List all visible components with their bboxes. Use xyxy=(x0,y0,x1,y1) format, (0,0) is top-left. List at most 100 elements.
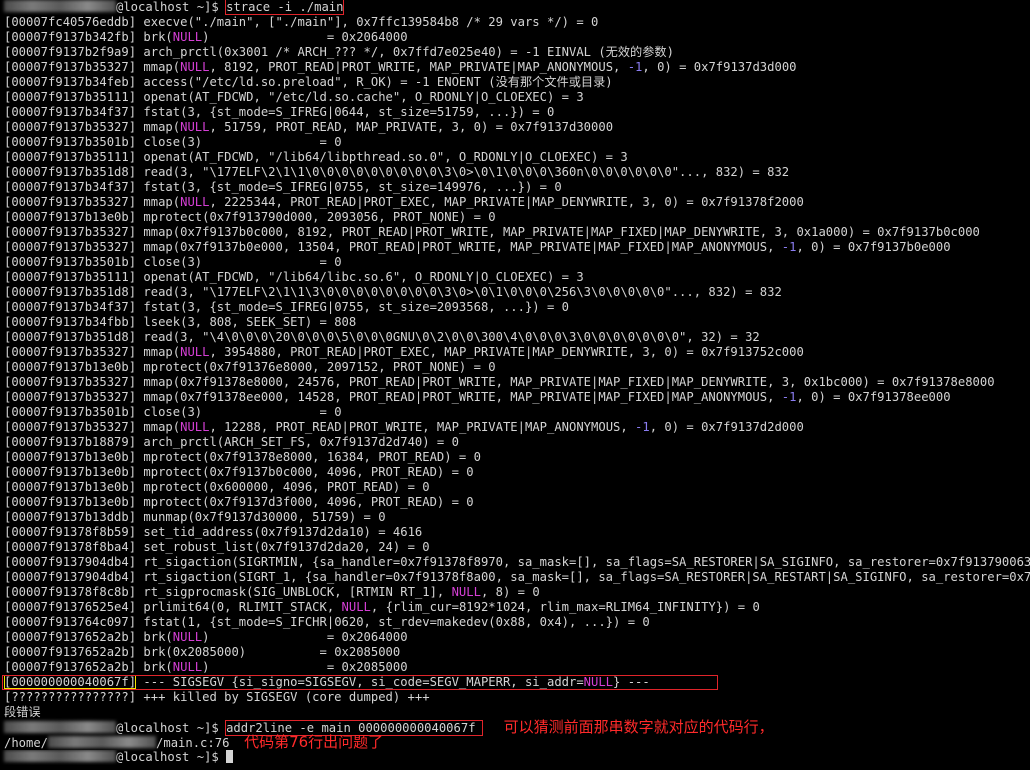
null-keyword: NULL xyxy=(180,120,210,134)
prompt-host: @localhost ~]$ xyxy=(116,721,227,735)
syscall-text: openat(AT_FDCWD, "/lib64/libpthread.so.0… xyxy=(136,150,628,164)
syscall-text: rt_sigaction(SIGRT_1, {sa_handler=0x7f91… xyxy=(143,570,1030,584)
trace-line: [00007f9137652a2b] brk(NULL) = 0x2064000 xyxy=(0,630,1030,645)
trace-line: [00007f91376525e4] prlimit64(0, RLIMIT_S… xyxy=(0,600,1030,615)
instruction-address: [00007f9137b35327] xyxy=(4,345,137,359)
null-keyword: NULL xyxy=(180,195,210,209)
instruction-address: [00007f9137b351d8] xyxy=(4,285,137,299)
sigsegv-text: --- SIGSEGV {si_signo=SIGSEGV, si_code=S… xyxy=(136,675,584,689)
syscall-text: mprotect(0x7f91376e8000, 2097152, PROT_N… xyxy=(136,360,496,374)
trace-line: [00007f9137b2f9a9] arch_prctl(0x3001 /* … xyxy=(0,45,1030,60)
instruction-address: [00007f9137b351d8] xyxy=(4,165,137,179)
trace-line: [00007f9137652a2b] brk(NULL) = 0x2085000 xyxy=(0,660,1030,675)
trace-line: [00007f9137b13e0b] mprotect(0x600000, 40… xyxy=(0,480,1030,495)
trace-line: [00007f9137b13ddb] munmap(0x7f9137d30000… xyxy=(0,510,1030,525)
prompt-line-2: @localhost ~]$ addr2line -e main 0000000… xyxy=(0,718,1030,736)
trace-line: [00007f9137b34f37] fstat(3, {st_mode=S_I… xyxy=(0,105,1030,120)
instruction-address: [00007f9137b34f37] xyxy=(4,300,137,314)
faulting-address: [000000000040067f] xyxy=(4,675,137,689)
sigsegv-null: NULL xyxy=(583,675,614,689)
syscall-text: brk( xyxy=(136,630,173,644)
trace-line: [00007f9137b34f37] fstat(3, {st_mode=S_I… xyxy=(0,180,1030,195)
syscall-text: , 8) = 0 xyxy=(480,585,540,599)
instruction-address: [00007f9137b13e0b] xyxy=(4,360,137,374)
syscall-text: fstat(1, {st_mode=S_IFCHR|0620, st_rdev=… xyxy=(136,615,650,629)
syscall-text: , {rlim_cur=8192*1024, rlim_max=RLIM64_I… xyxy=(370,600,760,614)
trace-line: [00007f9137b35111] openat(AT_FDCWD, "/li… xyxy=(0,270,1030,285)
syscall-text: fstat(3, {st_mode=S_IFREG|0644, st_size=… xyxy=(136,105,555,119)
trace-line: [00007f9137904db4] rt_sigaction(SIGRT_1,… xyxy=(0,570,1030,585)
instruction-address: [00007f9137b35327] xyxy=(4,420,137,434)
syscall-text: execve("./main", ["./main"], 0x7ffc13958… xyxy=(136,15,599,29)
syscall-text: mmap(0x7f9137b0e000, 13504, PROT_READ|PR… xyxy=(136,240,782,254)
syscall-text: mmap( xyxy=(136,60,181,74)
instruction-address: [00007f9137b35327] xyxy=(4,240,137,254)
instruction-address: [00007f9137b342fb] xyxy=(4,30,137,44)
terminal-window[interactable]: @localhost ~]$ strace -i ./main [00007fc… xyxy=(0,0,1030,770)
syscall-text: prlimit64(0, RLIMIT_STACK, xyxy=(136,600,342,614)
syscall-text: mmap( xyxy=(136,120,181,134)
trace-line: [00007f9137b35327] mmap(NULL, 12288, PRO… xyxy=(0,420,1030,435)
trace-line: [00007f9137652a2b] brk(0x2085000) = 0x20… xyxy=(0,645,1030,660)
prompt-line-1: @localhost ~]$ strace -i ./main xyxy=(0,0,1030,15)
syscall-text: mmap( xyxy=(136,195,181,209)
syscall-text: mprotect(0x7f91378e8000, 16384, PROT_REA… xyxy=(136,450,481,464)
syscall-text: brk(0x2085000) = 0x2085000 xyxy=(136,645,401,659)
syscall-text: set_robust_list(0x7f9137d2da20, 24) = 0 xyxy=(136,540,430,554)
addr2line-result: /home/ /main.c:76 代码第76行出问题了 xyxy=(0,735,1030,751)
trace-line: [00007f9137b34fbb] lseek(3, 808, SEEK_SE… xyxy=(0,315,1030,330)
syscall-text: , 8192, PROT_READ|PROT_WRITE, MAP_PRIVAT… xyxy=(209,60,628,74)
syscall-text: fstat(3, {st_mode=S_IFREG|0755, st_size=… xyxy=(136,180,562,194)
annotation-guess: 可以猜测前面那串数字就对应的代码行， xyxy=(503,718,774,736)
syscall-text: read(3, "\4\0\0\0\20\0\0\0\5\0\0\0GNU\0\… xyxy=(136,330,760,344)
syscall-text: mmap( xyxy=(136,420,181,434)
syscall-text: ) = 0x2064000 xyxy=(202,30,408,44)
prompt-host: @localhost ~]$ xyxy=(116,0,227,14)
instruction-address: [00007f9137b34f37] xyxy=(4,180,137,194)
instruction-address: [00007f9137b35327] xyxy=(4,390,137,404)
trace-line: [00007fc40576eddb] execve("./main", ["./… xyxy=(0,15,1030,30)
trace-line: [00007f9137b34feb] access("/etc/ld.so.pr… xyxy=(0,75,1030,90)
negative-number: -1 xyxy=(781,390,797,404)
trace-line: [00007f9137b35327] mmap(NULL, 51759, PRO… xyxy=(0,120,1030,135)
trace-line: [00007f9137b35327] mmap(0x7f9137b0e000, … xyxy=(0,240,1030,255)
instruction-address: [00007f9137b35327] xyxy=(4,375,137,389)
syscall-text: ) = 0x2085000 xyxy=(202,660,408,674)
null-keyword: NULL xyxy=(180,420,210,434)
instruction-address: [00007f9137b35327] xyxy=(4,120,137,134)
trace-line: [00007f9137b35327] mmap(0x7f9137b0c000, … xyxy=(0,225,1030,240)
instruction-address: [00007f9137b35327] xyxy=(4,60,137,74)
syscall-text: read(3, "\177ELF\2\1\1\0\0\0\0\0\0\0\0\0… xyxy=(136,165,790,179)
strace-command: strace -i ./main xyxy=(225,0,345,15)
null-keyword: NULL xyxy=(172,630,203,644)
instruction-address: [00007fc40576eddb] xyxy=(4,15,137,29)
syscall-text: munmap(0x7f9137d30000, 51759) = 0 xyxy=(136,510,386,524)
syscall-text: access("/etc/ld.so.preload", R_OK) = -1 … xyxy=(136,75,613,89)
prompt-line-3[interactable]: @localhost ~]$ xyxy=(0,750,1030,765)
instruction-address: [00007f9137b2f9a9] xyxy=(4,45,137,59)
redacted-user xyxy=(4,750,116,762)
trace-line: [00007f9137b13e0b] mprotect(0x7f913790d0… xyxy=(0,210,1030,225)
trace-line: [00007f91378f8c8b] rt_sigprocmask(SIG_UN… xyxy=(0,585,1030,600)
instruction-address: [00007f9137b35111] xyxy=(4,270,137,284)
syscall-text: arch_prctl(0x3001 /* ARCH_??? */, 0x7ffd… xyxy=(136,45,674,59)
null-keyword: NULL xyxy=(172,30,203,44)
trace-line: [00007f9137904db4] rt_sigaction(SIGRTMIN… xyxy=(0,555,1030,570)
syscall-text: mmap( xyxy=(136,345,181,359)
syscall-text: brk( xyxy=(136,30,173,44)
null-keyword: NULL xyxy=(451,585,481,599)
negative-number: -1 xyxy=(781,240,797,254)
instruction-address: [00007f9137b13e0b] xyxy=(4,495,137,509)
instruction-address: [00007f9137b13e0b] xyxy=(4,210,137,224)
result-path-prefix: /home/ xyxy=(4,736,49,750)
syscall-text: mmap(0x7f91378e8000, 24576, PROT_READ|PR… xyxy=(136,375,995,389)
null-keyword: NULL xyxy=(341,600,371,614)
instruction-address: [00007f9137b351d8] xyxy=(4,330,137,344)
instruction-address: [00007f91378f8ba4] xyxy=(4,540,137,554)
trace-line: [00007f9137b35327] mmap(NULL, 8192, PROT… xyxy=(0,60,1030,75)
redacted-user xyxy=(4,721,116,733)
trace-line: [00007f91378f8b59] set_tid_address(0x7f9… xyxy=(0,525,1030,540)
trace-line: [00007f9137b13e0b] mprotect(0x7f9137d3f0… xyxy=(0,495,1030,510)
instruction-address: [00007f9137b3501b] xyxy=(4,135,137,149)
syscall-text: read(3, "\177ELF\2\1\1\3\0\0\0\0\0\0\0\0… xyxy=(136,285,782,299)
